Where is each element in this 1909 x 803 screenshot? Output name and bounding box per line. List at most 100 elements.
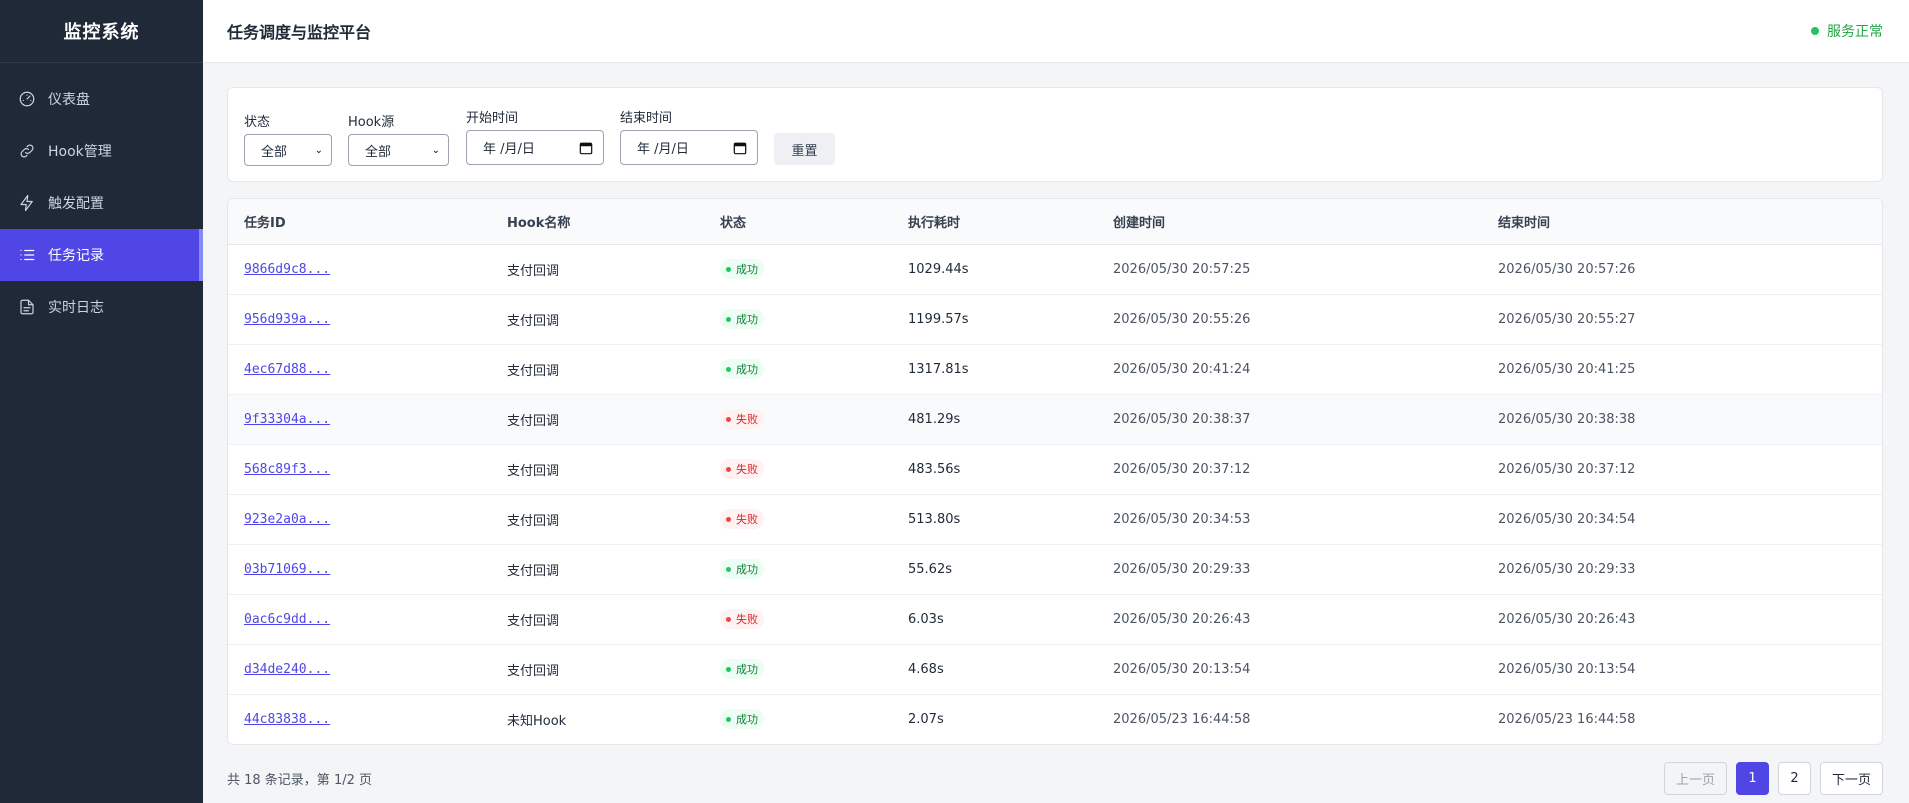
start-date-value: 年 /月/日 <box>483 142 535 157</box>
task-id-cell: 4ec67d88... <box>228 344 507 394</box>
status-dot-icon <box>726 716 731 722</box>
hook-filter: Hook源 全部 ⌄ <box>348 111 449 166</box>
calendar-icon[interactable] <box>579 141 593 155</box>
created-time-cell: 2026/05/30 20:41:24 <box>1113 361 1251 377</box>
start-time-filter: 开始时间 年 /月/日 <box>466 107 604 165</box>
end-time-cell: 2026/05/30 20:55:27 <box>1498 311 1636 327</box>
status-dot-icon <box>726 366 731 372</box>
created-time-cell: 2026/05/30 20:34:53 <box>1113 511 1251 527</box>
page-button-2[interactable]: 2 <box>1777 762 1811 795</box>
hook-name-cell: 支付回调 <box>507 263 560 279</box>
task-id-cell: d34de240... <box>228 644 507 694</box>
task-id-cell: 0ac6c9dd... <box>228 594 507 644</box>
duration-cell: 4.68s <box>908 661 944 677</box>
status-badge: 失败 <box>720 509 764 529</box>
task-id-link[interactable]: 568c89f3... <box>244 462 330 477</box>
table-row: 03b71069... 支付回调 成功 55.62s 2026/05/30 20:29:… <box>228 544 1882 594</box>
status-cell: 成功 <box>720 644 908 694</box>
status-filter-label: 状态 <box>244 115 271 130</box>
status-badge-text: 成功 <box>736 563 758 576</box>
link-icon <box>20 144 34 158</box>
end-date-value: 年 /月/日 <box>637 142 689 157</box>
task-id-cell: 9f33304a... <box>228 394 507 444</box>
column-header-task-id: 任务ID <box>228 199 507 245</box>
calendar-icon[interactable] <box>733 141 747 155</box>
reset-button[interactable]: 重置 <box>774 133 835 165</box>
status-badge: 失败 <box>720 409 764 429</box>
prev-page-button[interactable]: 上一页 <box>1663 762 1727 795</box>
task-id-link[interactable]: 956d939a... <box>244 312 330 327</box>
status-badge: 成功 <box>720 359 764 379</box>
hook-select[interactable]: 全部 ⌄ <box>348 134 449 166</box>
next-page-button[interactable]: 下一页 <box>1819 762 1883 795</box>
brand-title: 监控系统 <box>0 0 203 63</box>
column-header-status: 状态 <box>720 199 908 245</box>
hook-name-cell: 支付回调 <box>507 663 560 679</box>
table-row: 956d939a... 支付回调 成功 1199.57s 2026/05/30 20:5… <box>228 294 1882 344</box>
top-header: 任务调度与监控平台 服务正常 <box>203 0 1909 63</box>
duration-cell: 513.80s <box>908 511 961 527</box>
sidebar-item-label: 任务记录 <box>48 248 104 264</box>
end-time-cell: 2026/05/30 20:37:12 <box>1498 461 1636 477</box>
sidebar-item-realtime-logs[interactable]: 实时日志 <box>0 281 203 333</box>
status-badge-text: 失败 <box>736 513 758 526</box>
task-table-card: 任务ID Hook名称 状态 执行耗时 创建时间 结束时间 9866d9c8..… <box>227 198 1883 745</box>
sidebar-item-dashboard[interactable]: 仪表盘 <box>0 73 203 125</box>
task-id-link[interactable]: d34de240... <box>244 662 330 677</box>
page-button-1[interactable]: 1 <box>1735 762 1769 795</box>
chevron-down-icon: ⌄ <box>431 144 440 156</box>
sidebar-item-hook-management[interactable]: Hook管理 <box>0 125 203 177</box>
task-id-link[interactable]: 4ec67d88... <box>244 362 330 377</box>
status-cell: 失败 <box>720 494 908 544</box>
start-date-input[interactable]: 年 /月/日 <box>466 130 604 165</box>
created-time-cell: 2026/05/30 20:38:37 <box>1113 411 1251 427</box>
task-table: 任务ID Hook名称 状态 执行耗时 创建时间 结束时间 9866d9c8..… <box>228 199 1882 744</box>
sidebar-item-trigger-config[interactable]: 触发配置 <box>0 177 203 229</box>
status-cell: 失败 <box>720 594 908 644</box>
task-id-link[interactable]: 9866d9c8... <box>244 262 330 277</box>
status-cell: 成功 <box>720 344 908 394</box>
pagination: 上一页 1 2 下一页 <box>1663 762 1883 795</box>
table-row: d34de240... 支付回调 成功 4.68s 2026/05/30 20:13:5… <box>228 644 1882 694</box>
end-date-input[interactable]: 年 /月/日 <box>620 130 758 165</box>
status-dot-icon <box>726 666 731 672</box>
task-id-link[interactable]: 0ac6c9dd... <box>244 612 330 627</box>
table-row: 923e2a0a... 支付回调 失败 513.80s 2026/05/30 20:34… <box>228 494 1882 544</box>
task-id-link[interactable]: 03b71069... <box>244 562 330 577</box>
end-time-cell: 2026/05/30 20:34:54 <box>1498 511 1636 527</box>
status-cell: 成功 <box>720 294 908 344</box>
duration-cell: 55.62s <box>908 561 952 577</box>
sidebar-item-task-records[interactable]: 任务记录 <box>0 229 203 281</box>
hook-name-cell: 未知Hook <box>507 713 567 729</box>
task-id-link[interactable]: 44c83838... <box>244 712 330 727</box>
duration-cell: 481.29s <box>908 411 961 427</box>
duration-cell: 483.56s <box>908 461 961 477</box>
status-badge-text: 成功 <box>736 263 758 276</box>
duration-cell: 6.03s <box>908 611 944 627</box>
status-dot-icon <box>726 316 731 322</box>
created-time-cell: 2026/05/30 20:26:43 <box>1113 611 1251 627</box>
sidebar-item-label: 实时日志 <box>48 300 104 316</box>
status-badge-text: 成功 <box>736 313 758 326</box>
page-title: 任务调度与监控平台 <box>227 23 372 42</box>
status-dot-icon <box>726 616 731 622</box>
hook-name-cell: 支付回调 <box>507 413 560 429</box>
lightning-icon <box>20 194 33 212</box>
task-id-cell: 568c89f3... <box>228 444 507 494</box>
column-header-hook-name: Hook名称 <box>507 199 720 245</box>
created-time-cell: 2026/05/30 20:13:54 <box>1113 661 1251 677</box>
sidebar-nav: 仪表盘 Hook管理 触发配置 任务记录 实时日志 <box>0 73 203 333</box>
service-status: 服务正常 <box>1811 21 1883 41</box>
sidebar-item-label: 仪表盘 <box>48 92 90 108</box>
status-select[interactable]: 全部 ⌄ <box>244 134 332 166</box>
task-id-link[interactable]: 9f33304a... <box>244 412 330 427</box>
status-badge-text: 失败 <box>736 413 758 426</box>
start-time-label: 开始时间 <box>466 111 519 126</box>
created-time-cell: 2026/05/23 16:44:58 <box>1113 711 1251 727</box>
list-icon <box>20 249 35 261</box>
status-dot-icon <box>726 466 731 472</box>
task-id-link[interactable]: 923e2a0a... <box>244 512 330 527</box>
end-time-cell: 2026/05/30 20:26:43 <box>1498 611 1636 627</box>
end-time-cell: 2026/05/23 16:44:58 <box>1498 711 1636 727</box>
hook-select-value: 全部 <box>365 144 392 160</box>
